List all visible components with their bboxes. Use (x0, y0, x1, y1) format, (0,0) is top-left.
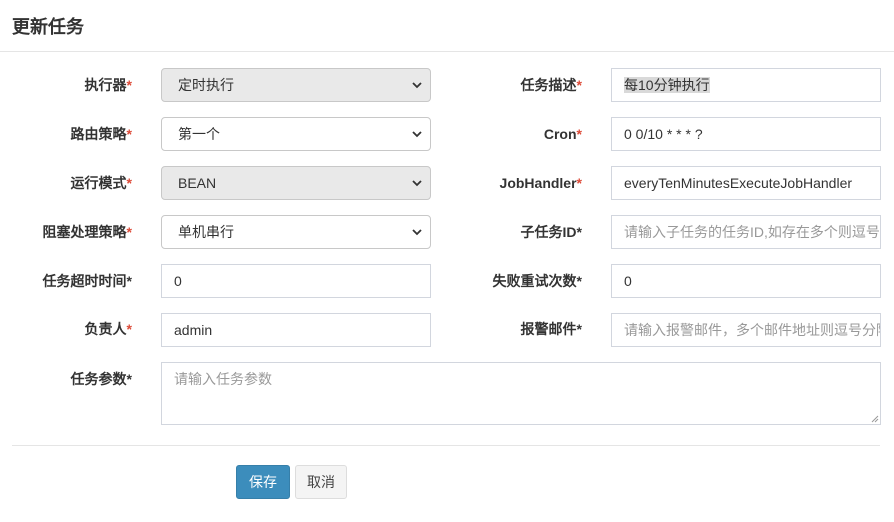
fail-retry-label: 失败重试次数* (492, 273, 582, 289)
modal-title: 更新任务 (12, 17, 84, 37)
route-strategy-select[interactable]: 第一个 (161, 117, 431, 151)
chevron-down-icon (412, 82, 422, 89)
block-strategy-select[interactable]: 单机串行 (161, 215, 431, 249)
resize-grip-icon[interactable] (869, 413, 879, 423)
glue-type-label: 运行模式* (70, 175, 132, 191)
cron-input[interactable]: 0 0/10 * * * ? (611, 117, 881, 151)
executor-select[interactable]: 定时执行 (161, 68, 431, 102)
route-strategy-label: 路由策略* (70, 126, 132, 142)
timeout-label: 任务超时时间* (42, 273, 132, 289)
job-desc-input[interactable]: 每10分钟执行 (611, 68, 881, 102)
job-param-label: 任务参数* (70, 371, 132, 387)
block-strategy-label: 阻塞处理策略* (42, 224, 132, 240)
timeout-input[interactable]: 0 (161, 264, 431, 298)
footer-divider (12, 445, 880, 446)
modal-header: 更新任务 (0, 0, 894, 52)
author-label: 负责人* (84, 321, 132, 337)
alarm-email-input[interactable]: 请输入报警邮件，多个邮件地址则逗号分隔 (611, 313, 881, 347)
job-param-placeholder: 请输入任务参数 (174, 371, 272, 387)
child-job-id-label: 子任务ID* (520, 224, 582, 240)
author-input[interactable]: admin (161, 313, 431, 347)
job-handler-label: JobHandler* (499, 175, 582, 191)
alarm-email-label: 报警邮件* (520, 321, 582, 337)
cron-label: Cron* (543, 126, 582, 142)
job-desc-label: 任务描述* (520, 77, 582, 93)
chevron-down-icon (412, 180, 422, 187)
chevron-down-icon (412, 229, 422, 236)
fail-retry-input[interactable]: 0 (611, 264, 881, 298)
save-button[interactable]: 保存 (236, 465, 290, 499)
glue-type-select[interactable]: BEAN (161, 166, 431, 200)
cancel-button[interactable]: 取消 (295, 465, 347, 499)
executor-label: 执行器* (84, 77, 132, 93)
child-job-id-input[interactable]: 请输入子任务的任务ID,如存在多个则逗号分隔 (611, 215, 881, 249)
job-handler-input[interactable]: everyTenMinutesExecuteJobHandler (611, 166, 881, 200)
job-param-textarea[interactable]: 请输入任务参数 (161, 362, 881, 425)
chevron-down-icon (412, 131, 422, 138)
